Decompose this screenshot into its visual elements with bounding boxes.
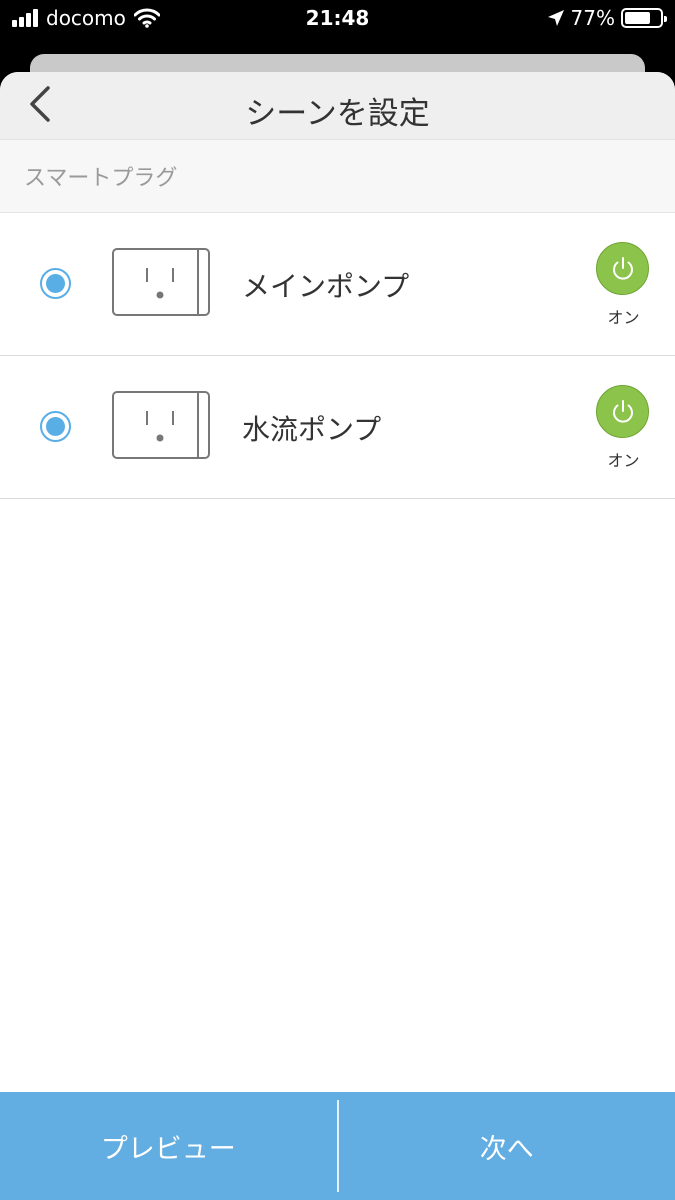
device-name: 水流ポンプ <box>242 413 382 446</box>
status-right: 77% <box>547 6 667 30</box>
power-state-label: オン <box>607 451 640 470</box>
section-header: スマートプラグ <box>0 140 675 213</box>
device-name: メインポンプ <box>242 270 410 303</box>
navigation-bar: シーンを設定 <box>0 72 675 140</box>
bottom-action-bar: プレビュー 次へ <box>0 1092 675 1200</box>
power-control: オン <box>596 385 651 471</box>
battery-icon <box>621 8 667 28</box>
power-icon <box>612 256 633 280</box>
radio-button[interactable] <box>40 268 71 299</box>
next-button[interactable]: 次へ <box>339 1092 675 1200</box>
battery-percent: 77% <box>570 6 615 30</box>
device-row[interactable]: メインポンプ オン <box>0 213 675 356</box>
power-button[interactable] <box>596 242 649 295</box>
radio-button[interactable] <box>40 411 71 442</box>
scene-settings-sheet: シーンを設定 スマートプラグ メインポンプ オン 水流ポンプ オン <box>0 72 675 1200</box>
status-bar: docomo 21:48 77% <box>0 0 675 38</box>
battery-fill <box>625 12 651 24</box>
power-control: オン <box>596 242 651 328</box>
radio-selected-dot <box>46 417 65 436</box>
power-icon <box>612 399 633 423</box>
power-state-label: オン <box>607 308 640 327</box>
power-button[interactable] <box>596 385 649 438</box>
device-list: メインポンプ オン 水流ポンプ オン <box>0 213 675 499</box>
smart-plug-icon <box>112 248 210 316</box>
screen: docomo 21:48 77% シーンを設定 スマートプラグ メインポンプ オ… <box>0 0 675 1200</box>
page-title: シーンを設定 <box>245 96 430 132</box>
battery-nub <box>664 16 667 22</box>
device-row[interactable]: 水流ポンプ オン <box>0 356 675 499</box>
smart-plug-icon <box>112 391 210 459</box>
radio-selected-dot <box>46 274 65 293</box>
preview-button[interactable]: プレビュー <box>0 1092 337 1200</box>
location-arrow-icon <box>547 10 564 26</box>
